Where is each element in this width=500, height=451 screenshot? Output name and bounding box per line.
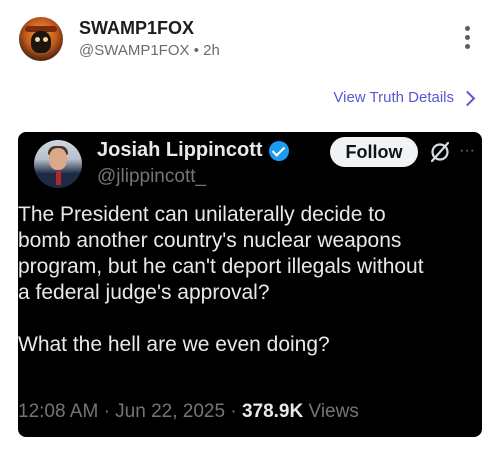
tweet-body-line: The President can unilaterally decide to [18,203,386,226]
view-details-link[interactable]: View Truth Details [333,89,476,106]
tweet-body-line: bomb another country's nuclear weapons [18,229,402,252]
verified-badge-icon [268,140,289,161]
meta-separator: • [193,42,199,59]
avatar-eye-left [35,37,40,42]
kebab-menu-icon[interactable] [462,26,472,54]
embedded-tweet-image[interactable]: Josiah Lippincott @jlippincott_ Follow ·… [18,132,482,437]
tweet-body-paragraph-1: The President can unilaterally decide to… [18,202,482,306]
grok-icon [430,141,450,163]
tweet-meta-dot: · [230,401,237,422]
author-display-name[interactable]: SWAMP1FOX [79,18,194,39]
follow-button: Follow [330,137,418,167]
tweet-author-handle: @jlippincott_ [97,166,207,187]
post-time[interactable]: 2h [203,42,220,59]
tweet-author-avatar [34,140,82,188]
tweet-author-name: Josiah Lippincott [97,139,263,161]
tweet-author-name-row: Josiah Lippincott [97,139,289,162]
tweet-date: Jun 22, 2025 [115,401,226,422]
tweet-views-count: 378.9K [241,401,304,422]
author-handle[interactable]: @SWAMP1FOX [79,42,190,59]
author-meta: @SWAMP1FOX • 2h [79,42,220,59]
tweet-meta-dot: · [103,401,110,422]
tweet-views-label: Views [308,401,359,422]
tweet-meta: 12:08 AM · Jun 22, 2025 · 378.9K Views [18,401,359,423]
view-details-label: View Truth Details [333,89,454,106]
tweet-time: 12:08 AM [18,401,99,422]
chevron-right-icon [459,90,476,106]
tweet-body-paragraph-2: What the hell are we even doing? [18,333,330,356]
author-avatar[interactable] [19,17,63,61]
avatar-face [31,31,51,53]
tweet-body: The President can unilaterally decide to… [18,202,482,358]
tweet-body-line: a federal judge's approval? [18,281,270,304]
more-icon: ··· [459,142,475,159]
tweet-body-line: program, but he can't deport illegals wi… [18,255,424,278]
avatar-eye-right [43,37,48,42]
